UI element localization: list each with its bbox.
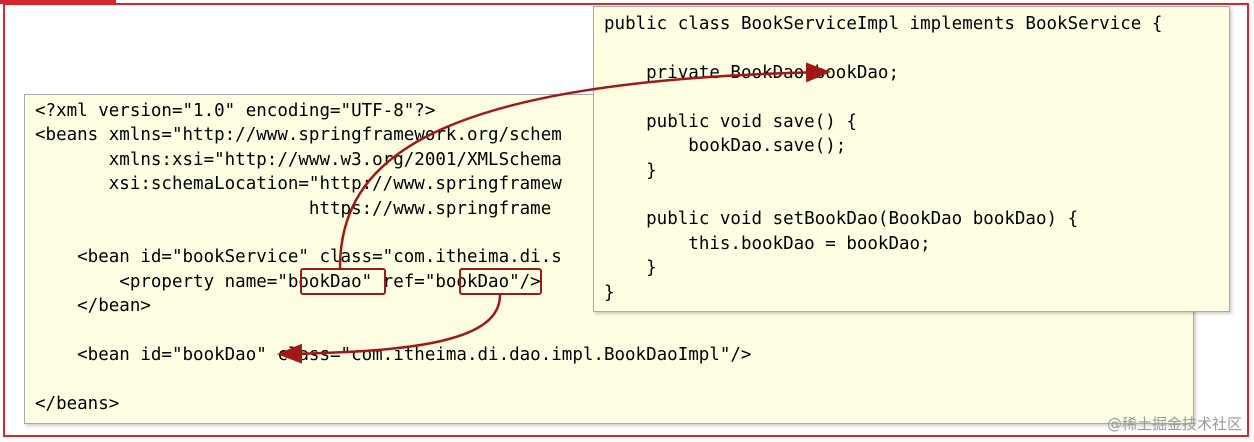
java-line-3: private BookDao bookDao; <box>604 63 900 83</box>
java-line-1: public class BookServiceImpl implements … <box>604 14 1163 34</box>
ref-highlight-box <box>459 268 542 295</box>
xml-line-11: <bean id="bookDao" class="com.itheima.di… <box>35 345 752 365</box>
xml-line-7: <bean id="bookService" class="com.itheim… <box>35 247 562 267</box>
xml-line-2: <beans xmlns="http://www.springframework… <box>35 125 562 145</box>
java-line-6: bookDao.save(); <box>604 136 847 156</box>
java-class-panel: public class BookServiceImpl implements … <box>593 6 1230 312</box>
java-line-5: public void save() { <box>604 112 857 132</box>
xml-line-13: </beans> <box>35 394 120 414</box>
xml-line-1: <?xml version="1.0" encoding="UTF-8"?> <box>35 101 436 121</box>
xml-line-5: https://www.springframe <box>35 199 552 219</box>
name-highlight-box <box>300 268 386 295</box>
watermark: @稀土掘金技术社区 <box>1106 415 1242 433</box>
java-line-12: } <box>604 283 615 303</box>
java-line-10: this.bookDao = bookDao; <box>604 234 931 254</box>
xml-line-4: xsi:schemaLocation="http://www.springfra… <box>35 174 562 194</box>
xml-line-9: </bean> <box>35 296 151 316</box>
java-line-7: } <box>604 161 657 181</box>
java-line-9: public void setBookDao(BookDao bookDao) … <box>604 209 1079 229</box>
xml-line-3: xmlns:xsi="http://www.w3.org/2001/XMLSch… <box>35 150 562 170</box>
java-line-11: } <box>604 258 657 278</box>
